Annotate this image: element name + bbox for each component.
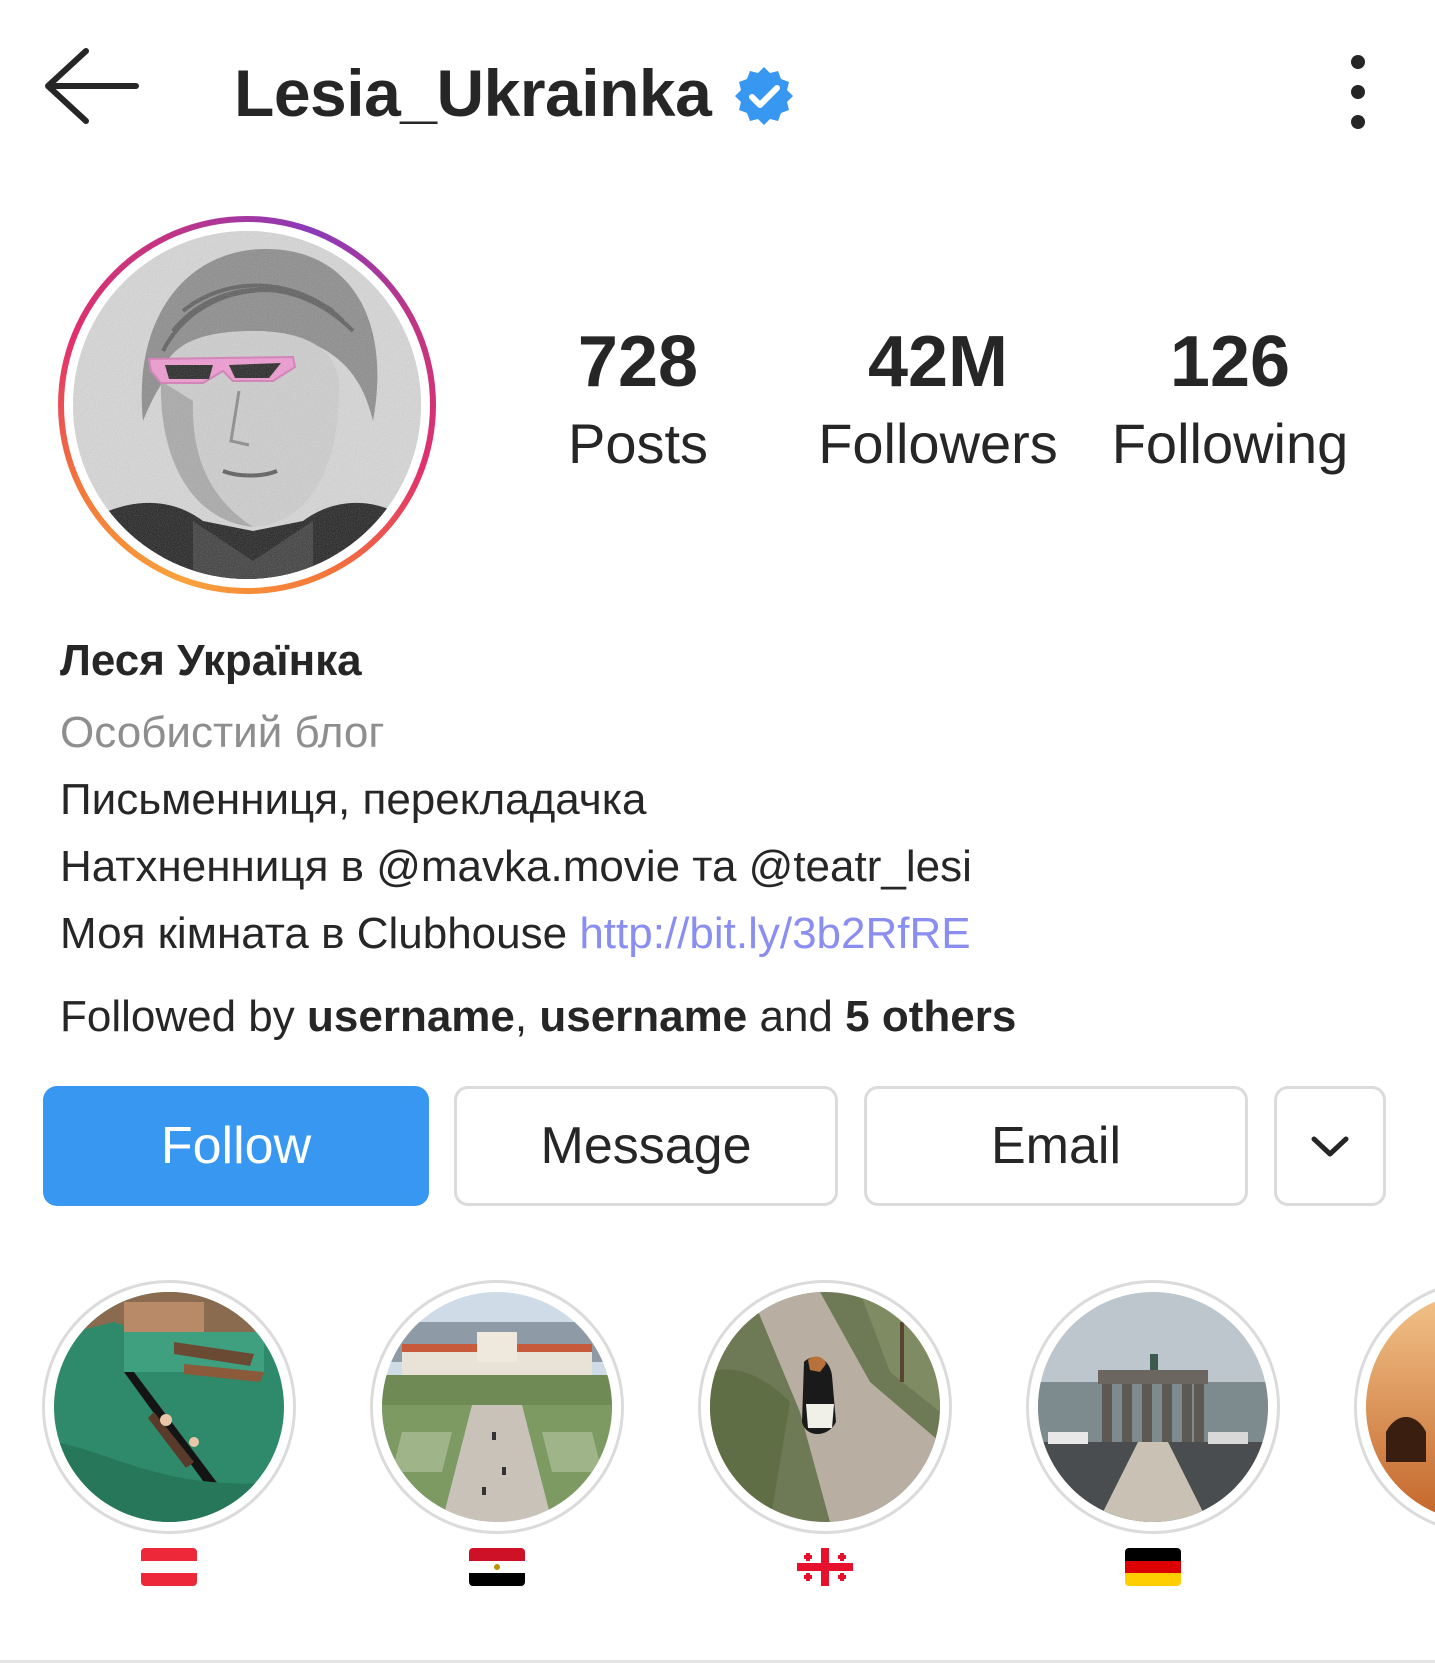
- followers-label: Followers: [818, 412, 1058, 475]
- highlight-item[interactable]: [1354, 1280, 1435, 1610]
- email-button[interactable]: Email: [864, 1086, 1248, 1206]
- posts-stat[interactable]: 728 Posts: [548, 326, 728, 472]
- profile-avatar-story-ring[interactable]: [58, 216, 436, 594]
- highlight-cover: [1038, 1292, 1268, 1522]
- followed-by-user-1[interactable]: username: [307, 992, 515, 1041]
- bio-link[interactable]: http://bit.ly/3b2RfRE: [579, 909, 970, 958]
- highlight-item[interactable]: [370, 1280, 624, 1610]
- followed-by-others[interactable]: 5 others: [845, 992, 1016, 1041]
- followers-count: 42M: [867, 322, 1009, 402]
- followers-stat[interactable]: 42M Followers: [808, 326, 1068, 472]
- highlight-item[interactable]: [1026, 1280, 1280, 1610]
- display-name: Леся Українка: [60, 636, 362, 685]
- posts-label: Posts: [567, 412, 709, 475]
- highlight-cover: [710, 1292, 940, 1522]
- posts-count: 728: [577, 322, 699, 402]
- georgia-flag-icon: [797, 1548, 853, 1586]
- avatar: [73, 231, 421, 579]
- profile-bio: Леся Українка Особистий блог Письменниця…: [60, 636, 1400, 965]
- account-category: Особистий блог: [60, 708, 385, 757]
- more-options-button[interactable]: [1330, 52, 1386, 132]
- followed-by[interactable]: Followed by username, username and 5 oth…: [60, 992, 1016, 1042]
- top-bar: Lesia_Ukrainka: [0, 0, 1435, 180]
- follow-button[interactable]: Follow: [43, 1086, 429, 1206]
- germany-flag-icon: [1125, 1548, 1181, 1586]
- suggested-accounts-button[interactable]: [1274, 1086, 1386, 1206]
- arrow-left-icon: [45, 48, 139, 124]
- followed-by-user-2[interactable]: username: [539, 992, 747, 1041]
- highlight-item[interactable]: [42, 1280, 296, 1610]
- bio-line-3-text: Моя кімната в Clubhouse: [60, 909, 580, 958]
- highlight-cover: [1366, 1292, 1435, 1522]
- message-button[interactable]: Message: [454, 1086, 838, 1206]
- verified-badge-icon: [735, 67, 794, 125]
- following-count: 126: [1169, 322, 1291, 402]
- highlight-cover: [382, 1292, 612, 1522]
- bio-line-1: Письменниця, перекладачка: [60, 775, 647, 824]
- highlight-item[interactable]: [698, 1280, 952, 1610]
- following-stat[interactable]: 126 Following: [1100, 326, 1360, 472]
- divider: [0, 1660, 1435, 1663]
- bio-line-3: Моя кімната в Clubhouse http://bit.ly/3b…: [60, 909, 1400, 965]
- profile-title: Lesia_Ukrainka: [234, 48, 795, 138]
- back-button[interactable]: [40, 45, 140, 127]
- austria-flag-icon: [141, 1548, 197, 1586]
- username-title: Lesia_Ukrainka: [234, 56, 712, 130]
- story-highlights: [0, 1280, 1435, 1610]
- highlight-cover: [54, 1292, 284, 1522]
- egypt-flag-icon: [469, 1548, 525, 1586]
- followed-by-separator: ,: [514, 992, 540, 1041]
- bio-line-2: Натхненниця в @mavka.movie та @teatr_les…: [60, 842, 972, 891]
- followed-by-prefix: Followed by: [60, 992, 308, 1041]
- vertical-dots-icon: [1351, 55, 1365, 129]
- followed-by-conjunction: and: [747, 992, 846, 1041]
- following-label: Following: [1111, 412, 1349, 475]
- chevron-down-icon: [1311, 1136, 1349, 1157]
